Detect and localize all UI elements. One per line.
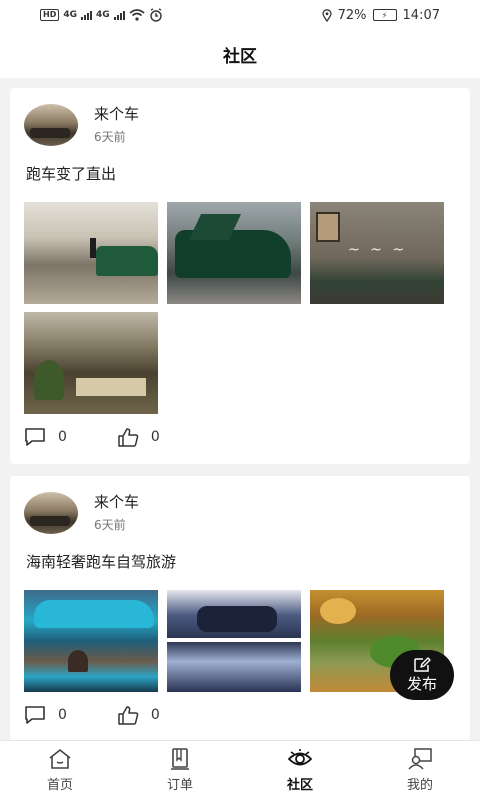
user-name[interactable]: 来个车 — [94, 492, 139, 512]
comment-count: 0 — [58, 707, 67, 723]
post-card[interactable]: 来个车 6天前 海南轻奢跑车自驾旅游 0 0 — [10, 476, 470, 740]
tab-orders[interactable]: 订单 — [120, 741, 240, 800]
like-button[interactable]: 0 — [117, 427, 160, 447]
edit-icon — [414, 657, 431, 672]
tab-label: 社区 — [286, 778, 313, 793]
status-bar: HD 4G 4G 72% ⚡ 14:07 — [0, 0, 480, 30]
comment-icon — [25, 428, 45, 446]
home-icon — [49, 749, 71, 769]
hd-badge: HD — [40, 9, 60, 21]
user-meta: 来个车 6天前 — [94, 492, 139, 534]
post-card[interactable]: 来个车 6天前 跑车变了直出 0 0 — [10, 88, 470, 464]
post-image[interactable] — [24, 590, 158, 692]
tab-home[interactable]: 首页 — [0, 741, 120, 800]
tab-label: 首页 — [46, 778, 73, 793]
post-text: 跑车变了直出 — [26, 165, 117, 183]
post-image[interactable] — [24, 312, 158, 414]
tab-profile[interactable]: 我的 — [360, 741, 480, 800]
like-count: 0 — [150, 707, 160, 723]
tab-label: 我的 — [406, 778, 433, 793]
comment-count: 0 — [58, 429, 67, 445]
eye-icon — [287, 749, 313, 766]
post-image-grid — [24, 202, 456, 414]
user-meta: 来个车 6天前 — [94, 104, 139, 146]
like-button[interactable]: 0 — [117, 705, 160, 725]
post-image[interactable] — [167, 202, 301, 304]
comment-button[interactable]: 0 — [24, 705, 67, 725]
header: 社区 — [0, 30, 480, 78]
clock: 14:07 — [402, 7, 440, 23]
page-title: 社区 — [223, 46, 257, 67]
post-header: 来个车 6天前 — [24, 102, 456, 148]
status-left: HD 4G 4G — [40, 8, 163, 22]
signal-1-icon — [81, 10, 92, 20]
alarm-icon — [149, 8, 162, 22]
publish-label: 发布 — [406, 675, 437, 693]
like-count: 0 — [150, 429, 160, 445]
thumbs-up-icon — [118, 428, 139, 447]
order-book-icon — [171, 748, 189, 770]
comment-button[interactable]: 0 — [24, 427, 67, 447]
battery-percent: 72% — [337, 7, 367, 23]
signal-2-icon — [113, 10, 125, 20]
signal-1-label: 4G — [63, 10, 77, 20]
post-header: 来个车 6天前 — [24, 490, 456, 536]
avatar[interactable] — [24, 104, 78, 146]
post-image[interactable] — [310, 202, 444, 304]
profile-icon — [408, 748, 432, 770]
post-feed[interactable]: 来个车 6天前 跑车变了直出 0 0 来个车 6 — [10, 88, 470, 740]
post-time: 6天前 — [94, 130, 126, 144]
post-time: 6天前 — [94, 518, 126, 532]
status-right: 72% ⚡ 14:07 — [321, 7, 440, 23]
tab-label: 订单 — [166, 778, 193, 793]
battery-icon: ⚡ — [372, 9, 397, 21]
post-actions: 0 0 — [24, 426, 456, 448]
comment-icon — [25, 706, 45, 724]
avatar[interactable] — [24, 492, 78, 534]
post-image[interactable] — [167, 590, 301, 692]
thumbs-up-icon — [118, 706, 139, 725]
tab-community[interactable]: 社区 — [240, 741, 360, 800]
bottom-tab-bar: 首页 订单 社区 我的 — [0, 740, 480, 800]
user-name[interactable]: 来个车 — [94, 104, 139, 124]
post-actions: 0 0 — [24, 704, 456, 726]
signal-2-label: 4G — [96, 10, 110, 20]
post-text: 海南轻奢跑车自驾旅游 — [26, 553, 177, 571]
post-image[interactable] — [24, 202, 158, 304]
location-icon — [321, 8, 332, 22]
wifi-icon — [129, 9, 145, 21]
publish-button[interactable]: 发布 — [390, 650, 454, 700]
